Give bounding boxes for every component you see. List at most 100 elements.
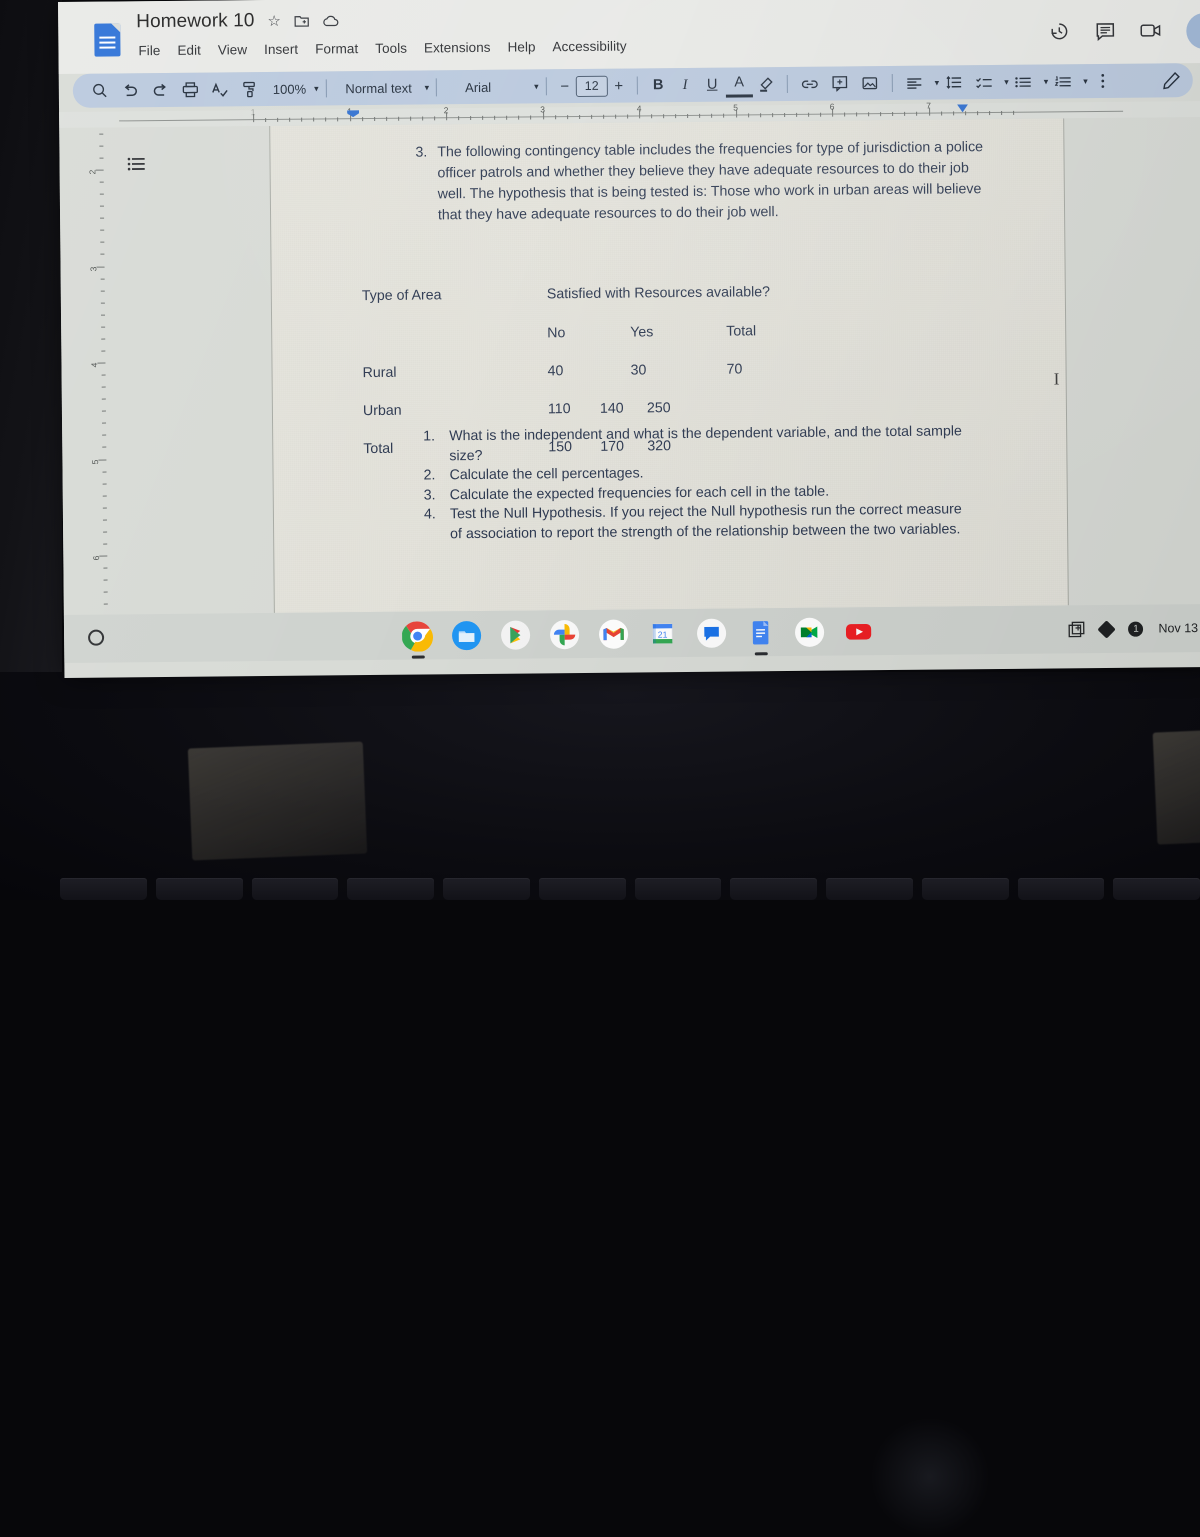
right-indent-marker[interactable] (957, 104, 968, 112)
table-column-total: Total (726, 323, 756, 339)
menu-item-insert[interactable]: Insert (264, 42, 298, 57)
launcher-circle-icon[interactable] (88, 630, 104, 646)
vertical-ruler-minor-tick (102, 375, 106, 376)
keyboard-key (347, 878, 434, 900)
print-icon[interactable] (175, 77, 205, 103)
menu-item-edit[interactable]: Edit (177, 43, 201, 58)
capture-mode-icon[interactable] (1068, 621, 1085, 638)
style-caret-icon[interactable]: ▾ (420, 82, 430, 93)
font-size-input[interactable]: 12 (576, 75, 608, 96)
ruler-minor-tick (518, 116, 519, 120)
zoom-caret-icon[interactable]: ▾ (309, 83, 319, 94)
menu-item-help[interactable]: Help (507, 39, 535, 54)
menu-item-view[interactable]: View (218, 42, 247, 57)
vertical-ruler-minor-tick (103, 471, 107, 472)
google-chat-icon[interactable] (696, 617, 727, 648)
menu-item-format[interactable]: Format (315, 41, 358, 56)
document-title-row: Homework 10 ☆ (136, 9, 339, 33)
vertical-ruler-minor-tick (100, 242, 104, 243)
meet-camera-icon[interactable] (1141, 19, 1163, 41)
highlight-pen-icon[interactable] (753, 71, 780, 97)
ruler-minor-tick (289, 118, 290, 122)
cell-rural-total: 70 (726, 361, 742, 377)
list-item-text: Test the Null Hypothesis. If you reject … (450, 500, 964, 544)
vertical-ruler-minor-tick (101, 338, 105, 339)
google-calendar-icon[interactable]: 21 (647, 618, 678, 649)
more-options-icon[interactable] (1088, 68, 1118, 94)
align-left-icon[interactable] (900, 70, 930, 96)
ruler-number: 7 (926, 101, 931, 111)
svg-text:21: 21 (658, 629, 668, 639)
status-icon[interactable] (1098, 620, 1116, 638)
insert-link-icon[interactable] (795, 71, 825, 97)
bulleted-list-caret-icon[interactable]: ▾ (1039, 76, 1049, 87)
google-docs-icon[interactable] (745, 617, 776, 648)
menu-item-accessibility[interactable]: Accessibility (552, 39, 626, 55)
paint-format-icon[interactable] (235, 76, 265, 102)
menu-item-tools[interactable]: Tools (375, 41, 407, 56)
increase-font-size-button[interactable]: + (608, 73, 630, 99)
star-icon[interactable]: ☆ (267, 13, 281, 28)
keyboard-key (730, 878, 817, 900)
zoom-level[interactable]: 100% (265, 76, 309, 102)
checklist-caret-icon[interactable]: ▾ (999, 76, 1009, 87)
list-item-number: 4. (424, 505, 440, 544)
menu-item-file[interactable]: File (138, 43, 160, 58)
underline-button[interactable]: U (699, 72, 726, 98)
screen-bezel-left (0, 0, 62, 690)
spellcheck-icon[interactable] (205, 76, 235, 102)
numbered-list-caret-icon[interactable]: ▾ (1078, 76, 1088, 87)
font-family-select[interactable]: Arial (444, 74, 506, 101)
decrease-font-size-button[interactable]: − (554, 73, 576, 99)
align-caret-icon[interactable]: ▾ (930, 77, 940, 88)
editing-mode-pencil-icon[interactable] (1163, 67, 1181, 93)
files-icon[interactable] (451, 619, 482, 650)
document-outline-icon[interactable] (127, 157, 145, 171)
keyboard-key (539, 878, 626, 900)
font-caret-icon[interactable]: ▾ (506, 81, 539, 92)
toolbar-divider (787, 75, 788, 93)
text-color-button[interactable]: A (726, 71, 753, 97)
text-cursor: I (1054, 370, 1063, 388)
comments-icon[interactable] (1095, 20, 1117, 42)
paragraph-style-select[interactable]: Normal text (333, 75, 419, 102)
checklist-icon[interactable] (969, 69, 999, 95)
google-meet-icon[interactable] (794, 616, 825, 647)
vertical-ruler-minor-tick (102, 411, 106, 412)
cloud-saved-icon[interactable] (322, 14, 339, 27)
line-spacing-icon[interactable] (939, 69, 969, 95)
page-title[interactable]: Homework 10 (136, 10, 255, 33)
insert-image-icon[interactable] (855, 70, 885, 96)
play-store-icon[interactable] (500, 619, 531, 650)
bold-button[interactable]: B (645, 72, 672, 98)
undo-icon[interactable] (115, 77, 145, 103)
ruler-minor-tick (567, 115, 568, 119)
vertical-ruler-minor-tick (104, 592, 108, 593)
google-photos-icon[interactable] (549, 619, 580, 650)
document-page[interactable]: 3. The following contingency table inclu… (269, 118, 1069, 613)
numbered-list-icon[interactable] (1048, 68, 1078, 94)
ruler-minor-tick (591, 115, 592, 119)
keyboard-row (60, 878, 1200, 902)
ruler-minor-tick (784, 113, 785, 117)
youtube-icon[interactable] (843, 616, 874, 647)
redo-icon[interactable] (145, 77, 175, 103)
clock-date[interactable]: Nov 13 (1158, 621, 1198, 635)
vertical-ruler-number: 2 (88, 170, 98, 175)
italic-button[interactable]: I (672, 72, 699, 98)
chrome-icon[interactable] (402, 620, 433, 651)
vertical-ruler-minor-tick (103, 483, 107, 484)
version-history-icon[interactable] (1049, 20, 1071, 42)
menu-item-extensions[interactable]: Extensions (424, 40, 491, 56)
vertical-ruler-minor-tick (103, 519, 107, 520)
notification-badge[interactable]: 1 (1128, 621, 1143, 636)
gmail-icon[interactable] (598, 618, 629, 649)
document-body[interactable]: 3. The following contingency table inclu… (270, 118, 1068, 613)
bulleted-list-icon[interactable] (1009, 69, 1039, 95)
search-icon[interactable] (85, 77, 115, 103)
move-to-folder-icon[interactable] (294, 14, 309, 28)
ruler-minor-tick (265, 118, 266, 122)
ruler-minor-tick (1013, 111, 1014, 115)
add-comment-icon[interactable] (825, 70, 855, 96)
vertical-ruler[interactable]: 23456 (81, 128, 108, 615)
